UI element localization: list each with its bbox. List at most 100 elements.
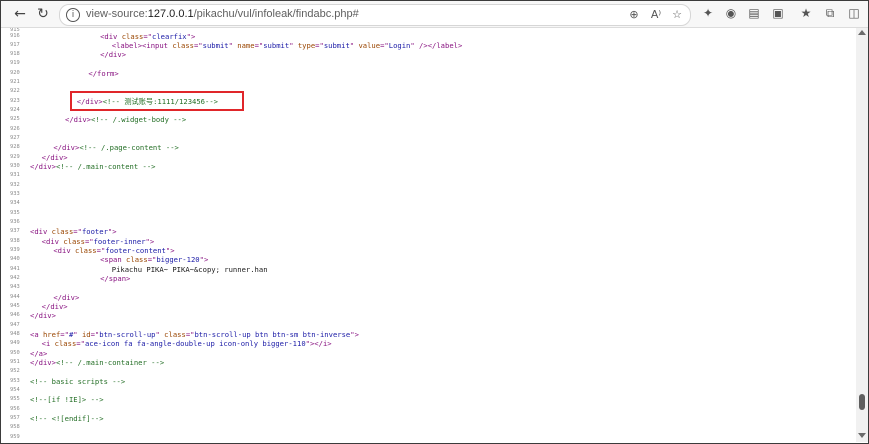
source-line: 954: [1, 386, 851, 395]
line-number: 957: [10, 415, 20, 421]
code-token: </div>: [65, 115, 91, 124]
source-line: 935: [1, 209, 851, 218]
refresh-icon[interactable]: ↻: [34, 5, 52, 23]
code-token: <div: [100, 32, 122, 41]
source-code: <label><input class="submit" name="submi…: [112, 41, 463, 50]
code-token: "></i>: [305, 339, 332, 348]
line-number: 942: [10, 275, 20, 281]
source-code: <div class="clearfix">: [100, 32, 195, 41]
code-token: </div>: [30, 311, 56, 320]
line-number: 928: [10, 144, 20, 150]
source-code: </span>: [100, 274, 130, 283]
bird-extension-icon[interactable]: ✦: [701, 6, 715, 20]
collections-icon[interactable]: ⧉: [823, 6, 837, 20]
source-line: 925 </div><!-- /.widget-body -->: [1, 115, 851, 124]
source-line: 927: [1, 134, 851, 143]
source-code: </div>: [42, 153, 68, 162]
line-number: 935: [10, 210, 20, 216]
code-token: class: [75, 246, 97, 255]
code-token: <!-- /.main-content -->: [55, 162, 156, 171]
line-number: 945: [10, 303, 20, 309]
source-line: 945 </div>: [1, 302, 851, 311]
source-line: 952: [1, 367, 851, 376]
line-number: 929: [10, 154, 20, 160]
code-token: class: [51, 227, 74, 236]
source-line: 931: [1, 171, 851, 180]
read-aloud-icon[interactable]: A⁾: [648, 7, 664, 23]
address-bar[interactable]: i view-source:127.0.0.1/pikachu/vul/info…: [59, 4, 691, 26]
line-number: 937: [10, 228, 20, 234]
code-token: =": [60, 330, 69, 339]
code-token: <div: [41, 237, 64, 246]
source-code: </div>: [42, 302, 68, 311]
code-token: Pikachu PIKA~ PIKA~&copy; runner.han: [111, 265, 268, 274]
source-line: 916 <div class="clearfix">: [1, 32, 851, 41]
source-line: 918 </div>: [1, 50, 851, 59]
code-token: =": [380, 41, 389, 50]
code-token: ": [155, 330, 165, 339]
code-token: =": [143, 32, 153, 41]
source-code: <i class="ace-icon fa fa-angle-double-up…: [42, 339, 332, 348]
scroll-up-arrow-icon[interactable]: [858, 30, 866, 35]
code-token: class: [63, 237, 85, 246]
url-text[interactable]: view-source:127.0.0.1/pikachu/vul/infole…: [86, 8, 359, 20]
line-number: 939: [10, 247, 20, 253]
favorites-icon[interactable]: ★: [799, 6, 813, 20]
code-token: <label><input: [111, 41, 173, 50]
source-line: 941 Pikachu PIKA~ PIKA~&copy; runner.han: [1, 265, 851, 274]
line-number: 916: [10, 33, 20, 39]
scrollbar-thumb[interactable]: [859, 394, 865, 410]
source-code: <!-- basic scripts -->: [30, 377, 125, 386]
code-token: class: [126, 255, 148, 264]
code-token: ": [73, 330, 82, 339]
line-number: 927: [10, 135, 20, 141]
line-number: 951: [10, 359, 20, 365]
source-line: 936: [1, 218, 851, 227]
source-code: Pikachu PIKA~ PIKA~&copy; runner.han: [112, 265, 268, 274]
line-number: 926: [10, 126, 20, 132]
circle-extension-icon[interactable]: ◉: [724, 6, 738, 20]
line-number: 932: [10, 182, 20, 188]
code-token: <!-- basic scripts -->: [30, 377, 126, 386]
code-token: =": [76, 339, 85, 348]
line-number: 923: [10, 98, 20, 104]
zotero-extension-icon[interactable]: ▤: [747, 6, 761, 20]
source-code: </div>: [100, 50, 126, 59]
info-icon[interactable]: i: [66, 8, 80, 22]
source-code: </div><!-- /.main-container -->: [30, 358, 164, 367]
code-token: class: [172, 41, 194, 50]
code-token: Login: [388, 41, 411, 50]
source-code: <!--[if !IE]> -->: [30, 395, 104, 404]
line-number: 924: [10, 107, 20, 113]
line-number: 956: [10, 406, 20, 412]
scroll-down-arrow-icon[interactable]: [858, 433, 866, 438]
code-token: ">: [350, 330, 359, 339]
code-token: class: [121, 32, 144, 41]
source-line: 928 </div><!-- /.page-content -->: [1, 143, 851, 152]
source-line: 957 <!-- <![endif]-->: [1, 414, 851, 423]
line-number: 949: [10, 340, 20, 346]
line-number: 950: [10, 350, 20, 356]
source-code: <div class="footer-content">: [53, 246, 174, 255]
favorite-star-icon[interactable]: ☆: [669, 7, 685, 23]
line-number: 934: [10, 200, 20, 206]
source-line: 940 <span class="bigger-120">: [1, 255, 851, 264]
source-line: 933: [1, 190, 851, 199]
code-token: <!-- /.widget-body -->: [91, 115, 187, 124]
highlight-box: [70, 91, 244, 111]
source-line: 951 </div><!-- /.main-container -->: [1, 358, 851, 367]
vertical-scrollbar[interactable]: [856, 28, 868, 442]
source-line: 946 </div>: [1, 311, 851, 320]
sidebar-icon[interactable]: ◫: [847, 6, 861, 20]
zoom-icon[interactable]: ⊕: [626, 7, 642, 23]
line-number: 931: [10, 172, 20, 178]
code-token: ">: [199, 255, 209, 264]
line-number: 922: [10, 88, 20, 94]
square-extension-icon[interactable]: ▣: [771, 6, 785, 20]
code-token: class: [164, 330, 186, 339]
code-token: =": [84, 237, 94, 246]
source-code: </div><!-- /.main-content -->: [30, 162, 156, 171]
back-icon[interactable]: ←: [11, 5, 29, 23]
line-number: 918: [10, 51, 20, 57]
source-line: 934: [1, 199, 851, 208]
